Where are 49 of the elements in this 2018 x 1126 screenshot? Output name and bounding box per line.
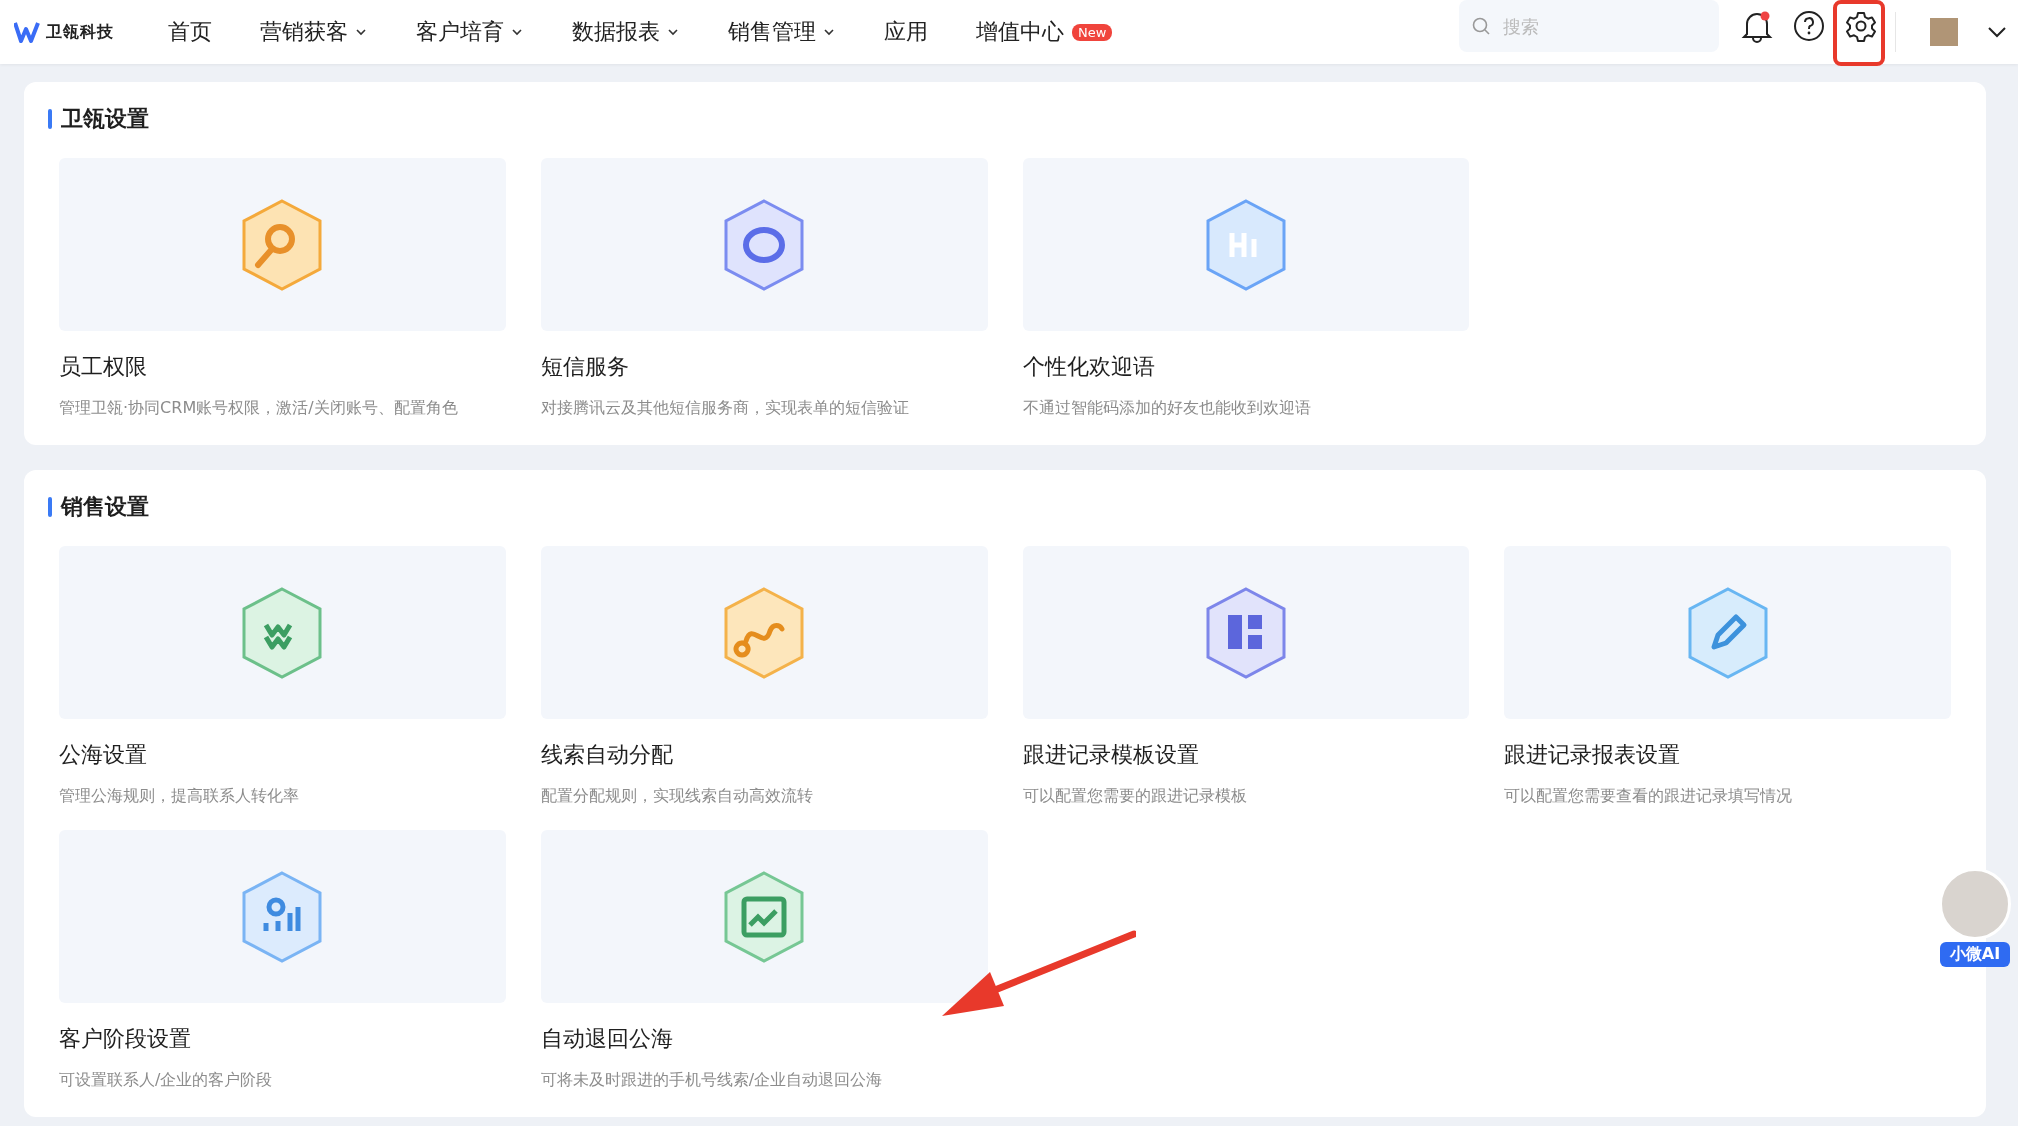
setting-title[interactable]: 短信服务 — [540, 352, 629, 382]
setting-title[interactable]: 跟进记录模板设置 — [1022, 740, 1199, 770]
setting-description: 不通过智能码添加的好友也能收到欢迎语 — [1022, 398, 1311, 419]
setting-description: 可将未及时跟进的手机号线索/企业自动退回公海 — [540, 1070, 883, 1091]
nav-item[interactable]: 营销获客 — [236, 0, 392, 64]
tile-illustration[interactable] — [1504, 546, 1951, 719]
search-input[interactable]: 搜索 — [1501, 14, 1685, 38]
setting-title[interactable]: 线索自动分配 — [540, 740, 673, 770]
section-title: 销售设置 — [61, 493, 149, 521]
setting-description: 配置分配规则，实现线索自动高效流转 — [540, 786, 813, 807]
tile-illustration[interactable] — [59, 546, 506, 719]
search-icon — [1471, 16, 1491, 36]
nav-item[interactable]: 首页 — [144, 0, 236, 64]
bell-icon[interactable] — [1741, 9, 1773, 43]
nav-item[interactable]: 数据报表 — [548, 0, 704, 64]
setting-title[interactable]: 跟进记录报表设置 — [1504, 740, 1681, 770]
tile-illustration[interactable] — [1022, 546, 1470, 719]
nav-item[interactable]: 销售管理 — [704, 0, 860, 64]
setting-title[interactable]: 员工权限 — [59, 352, 147, 382]
tile-illustration[interactable] — [59, 830, 506, 1003]
setting-description: 可以配置您需要的跟进记录模板 — [1022, 786, 1247, 807]
setting-title[interactable]: 自动退回公海 — [540, 1024, 673, 1054]
logo-text: 卫瓴科技 — [46, 21, 114, 43]
accent-bar — [48, 109, 52, 129]
setting-description: 管理公海规则，提高联系人转化率 — [59, 786, 299, 807]
setting-description: 管理卫瓴·协同CRM账号权限，激活/关闭账号、配置角色 — [59, 398, 458, 419]
help-icon[interactable] — [1793, 10, 1825, 42]
new-badge: New — [1072, 23, 1113, 41]
setting-title[interactable]: 公海设置 — [59, 740, 147, 770]
assistant-label[interactable]: 小微AI — [1939, 942, 2011, 967]
tile-illustration[interactable] — [540, 830, 988, 1003]
setting-description: 可以配置您需要查看的跟进记录填写情况 — [1504, 786, 1793, 807]
settings-icon[interactable] — [1845, 10, 1877, 42]
nav-item[interactable]: 应用 — [860, 0, 952, 64]
setting-description: 对接腾讯云及其他短信服务商，实现表单的短信验证 — [540, 398, 909, 419]
setting-description: 可设置联系人/企业的客户阶段 — [59, 1070, 273, 1091]
tile-illustration[interactable] — [540, 158, 988, 331]
setting-title[interactable]: 客户阶段设置 — [59, 1024, 191, 1054]
section-title: 卫瓴设置 — [61, 105, 149, 133]
accent-bar — [48, 497, 52, 517]
nav-item[interactable]: 客户培育 — [392, 0, 548, 64]
tile-illustration[interactable] — [1022, 158, 1470, 331]
search-field[interactable]: 搜索 — [1459, 0, 1719, 52]
avatar-square[interactable] — [1930, 18, 1958, 46]
setting-title[interactable]: 个性化欢迎语 — [1022, 352, 1155, 382]
nav-item[interactable]: 增值中心 New — [952, 0, 1137, 64]
tile-illustration[interactable] — [540, 546, 988, 719]
logo-icon — [14, 21, 40, 43]
tile-illustration[interactable] — [59, 158, 506, 331]
